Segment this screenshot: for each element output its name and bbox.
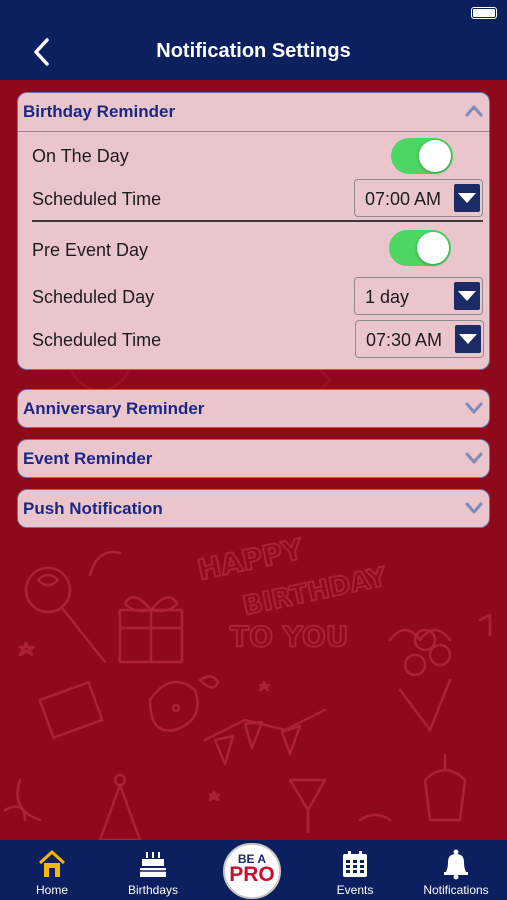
tab-home[interactable]: Home (22, 840, 82, 900)
cake-icon (140, 852, 166, 877)
tab-events[interactable]: Events (325, 840, 385, 900)
scheduled-day-select[interactable]: 1 day (354, 277, 483, 315)
scheduled-time-value: 07:30 AM (366, 330, 443, 350)
tab-home-label: Home (35, 883, 68, 897)
chevron-up-icon[interactable] (465, 104, 483, 118)
status-bar (0, 0, 507, 22)
tab-birthdays[interactable]: Birthdays (118, 840, 188, 900)
anniversary-reminder-title: Anniversary Reminder (23, 399, 205, 418)
svg-text:TO YOU: TO YOU (230, 620, 348, 653)
push-notification-title: Push Notification (23, 499, 163, 518)
scheduled-time-label: Scheduled Time (32, 330, 162, 350)
tab-notifications[interactable]: Notifications (413, 840, 499, 900)
on-the-day-label: On The Day (32, 146, 129, 166)
pre-event-day-label: Pre Event Day (32, 240, 149, 260)
tab-notifications-label: Notifications (423, 883, 489, 897)
anniversary-reminder-header[interactable]: Anniversary Reminder (18, 390, 489, 428)
on-the-day-toggle[interactable] (391, 138, 453, 174)
section-divider (32, 220, 483, 222)
dropdown-arrow-icon (454, 282, 480, 310)
push-notification-panel[interactable]: Push Notification (17, 489, 490, 528)
pro-button-main-text: PRO (229, 863, 275, 886)
calendar-icon (343, 851, 367, 877)
scheduled-time-label: Scheduled Time (32, 189, 162, 209)
home-icon (38, 850, 66, 877)
scheduled-day-value: 1 day (365, 287, 410, 307)
birthday-reminder-title: Birthday Reminder (23, 102, 176, 121)
header-divider (18, 131, 489, 132)
svg-text:HAPPY: HAPPY (195, 532, 307, 587)
scheduled-day-label: Scheduled Day (32, 287, 155, 307)
toggle-knob (417, 232, 449, 264)
event-reminder-header[interactable]: Event Reminder (18, 440, 489, 478)
tab-birthdays-label: Birthdays (127, 883, 179, 897)
pre-event-day-toggle[interactable] (389, 230, 451, 266)
event-reminder-title: Event Reminder (23, 449, 153, 468)
chevron-down-icon[interactable] (465, 501, 483, 515)
dropdown-arrow-icon (455, 325, 481, 353)
anniversary-reminder-panel[interactable]: Anniversary Reminder (17, 389, 490, 428)
scheduled-time-select[interactable]: 07:30 AM (355, 320, 484, 358)
be-a-pro-button[interactable]: BE A PRO (223, 843, 281, 899)
birthday-reminder-panel: Birthday Reminder On The Day Scheduled T… (17, 92, 490, 370)
push-notification-header[interactable]: Push Notification (18, 490, 489, 528)
navigation-bar: Notification Settings (0, 22, 507, 80)
page-title: Notification Settings (156, 40, 351, 62)
event-reminder-panel[interactable]: Event Reminder (17, 439, 490, 478)
birthday-reminder-header[interactable]: Birthday Reminder (18, 93, 489, 131)
battery-icon (471, 7, 497, 19)
tab-events-label: Events (336, 883, 374, 897)
bell-icon (444, 849, 468, 880)
chevron-down-icon[interactable] (465, 451, 483, 465)
toggle-knob (419, 140, 451, 172)
scheduled-time-value: 07:00 AM (365, 189, 442, 209)
chevron-down-icon[interactable] (465, 401, 483, 415)
dropdown-arrow-icon (454, 184, 480, 212)
scheduled-time-select[interactable]: 07:00 AM (354, 179, 483, 217)
